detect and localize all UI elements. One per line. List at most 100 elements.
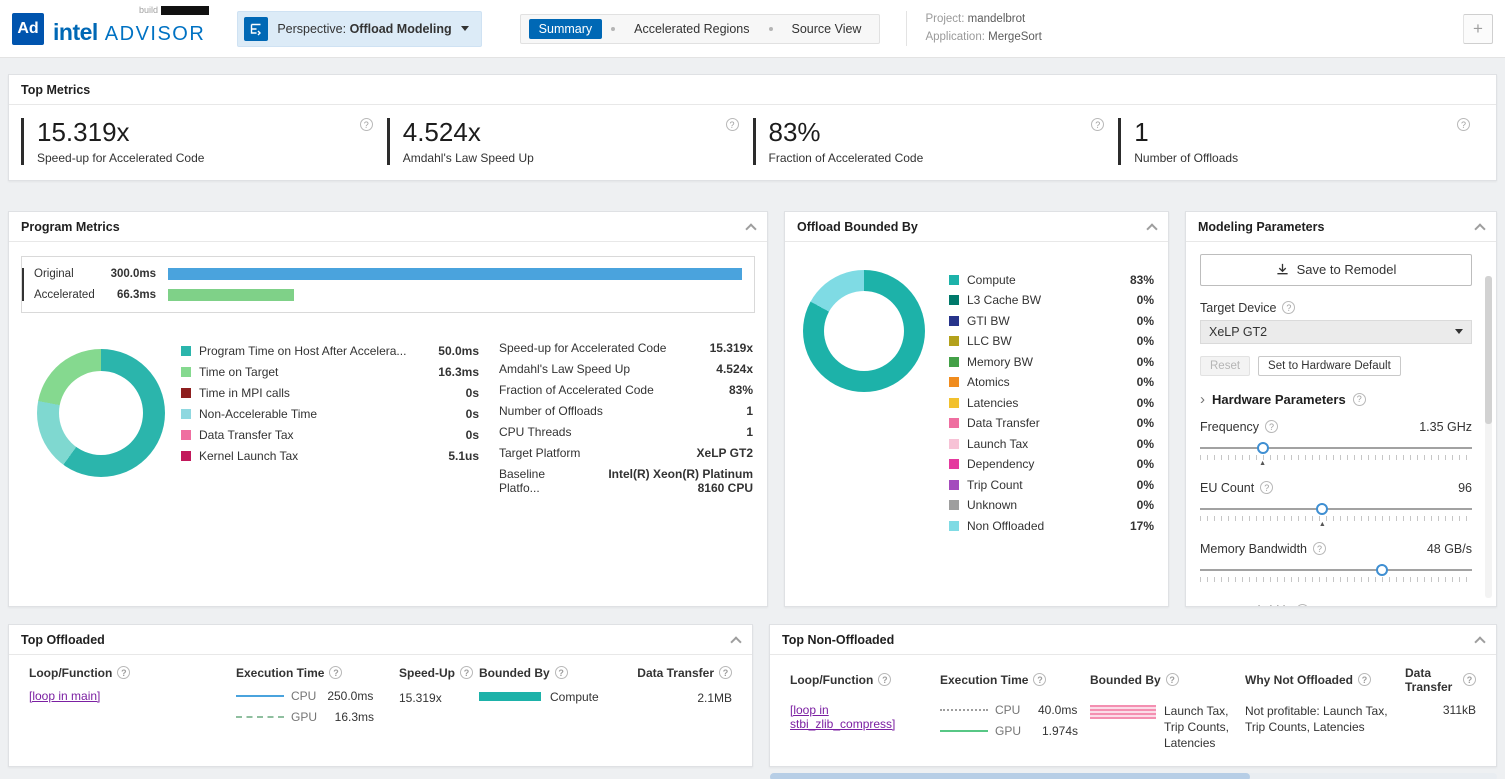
legend-value: 0%	[1137, 355, 1154, 369]
column-header: Bounded By	[479, 666, 550, 680]
legend-value: 0%	[1137, 293, 1154, 307]
legend-swatch	[949, 418, 959, 428]
scrollbar-thumb[interactable]	[770, 773, 1250, 779]
help-icon[interactable]: ?	[1457, 118, 1470, 131]
metric-value: 1	[1134, 118, 1457, 147]
slider-label: Frequency	[1200, 420, 1259, 434]
help-icon[interactable]: ?	[555, 666, 568, 679]
target-device-label: Target Device	[1200, 301, 1276, 315]
legend-item: Kernel Launch Tax5.1us	[181, 446, 479, 467]
expand-button[interactable]: +	[1463, 14, 1493, 44]
execution-time-cell: CPU40.0ms GPU1.974s	[940, 703, 1090, 745]
target-device-select[interactable]: XeLP GT2	[1200, 320, 1472, 344]
save-to-remodel-button[interactable]: Save to Remodel	[1200, 254, 1472, 286]
collapse-icon[interactable]	[1474, 223, 1485, 234]
help-icon[interactable]: ?	[329, 666, 342, 679]
horizontal-scrollbar[interactable]	[770, 773, 1497, 779]
bounded-by-label: Launch Tax, Trip Counts, Latencies	[1164, 703, 1242, 752]
slider-value: ∞	[1462, 603, 1472, 606]
legend-item: Launch Tax0%	[949, 434, 1154, 455]
collapse-icon[interactable]	[1474, 636, 1485, 647]
stat-row: Speed-up for Accelerated Code15.319x	[499, 341, 753, 362]
help-icon[interactable]: ?	[1260, 481, 1273, 494]
project-value: mandelbrot	[968, 13, 1026, 25]
hardware-parameters-section[interactable]: › Hardware Parameters ?	[1200, 392, 1472, 407]
legend-label: Latencies	[967, 396, 1127, 410]
collapse-icon[interactable]	[1146, 223, 1157, 234]
execution-time-cell: CPU250.0ms GPU16.3ms	[236, 689, 399, 731]
legend-label: Trip Count	[967, 478, 1127, 492]
help-icon[interactable]: ?	[1353, 393, 1366, 406]
cpu-time: 250.0ms	[321, 689, 373, 703]
legend-item: Memory BW0%	[949, 352, 1154, 373]
legend-item: L3 Cache BW0%	[949, 290, 1154, 311]
legend-label: Compute	[967, 273, 1120, 287]
column-header: Data Transfer	[637, 666, 714, 680]
help-icon[interactable]: ?	[1166, 673, 1179, 686]
metric-label: Amdahl's Law Speed Up	[403, 151, 726, 165]
legend-swatch	[949, 336, 959, 346]
reset-button[interactable]: Reset	[1200, 356, 1250, 376]
legend-value: 17%	[1130, 519, 1154, 533]
help-icon[interactable]: ?	[1033, 673, 1046, 686]
legend-item: GTI BW0%	[949, 311, 1154, 332]
stat-label: Baseline Platfo...	[499, 467, 574, 495]
help-icon[interactable]: ?	[1296, 604, 1309, 606]
collapse-icon[interactable]	[745, 223, 756, 234]
help-icon[interactable]: ?	[719, 666, 732, 679]
loop-in-stbi-zlib-compress-link[interactable]: [loop in stbi_zlib_compress]	[790, 703, 910, 731]
legend-value: 0s	[466, 428, 479, 442]
metric-number-of-offloads: 1 Number of Offloads ?	[1118, 118, 1470, 165]
help-icon[interactable]: ?	[1313, 542, 1326, 555]
legend-swatch	[949, 275, 959, 285]
stat-label: Target Platform	[499, 446, 580, 460]
view-tabs: Summary Accelerated Regions Source View	[520, 14, 881, 44]
legend-swatch	[949, 295, 959, 305]
column-header: Loop/Function	[29, 666, 112, 680]
cpu-label: CPU	[291, 689, 316, 703]
legend-swatch	[949, 377, 959, 387]
help-icon[interactable]: ?	[117, 666, 130, 679]
panel-top-offloaded: Top Offloaded Loop/Function? Execution T…	[8, 624, 753, 767]
help-icon[interactable]: ?	[878, 673, 891, 686]
legend-label: Time on Target	[199, 365, 428, 379]
vertical-scrollbar[interactable]	[1485, 276, 1492, 598]
tab-summary[interactable]: Summary	[529, 19, 602, 39]
project-info: Project: mandelbrot Application: MergeSo…	[906, 11, 1041, 47]
bar-original: Original 300.0ms	[34, 268, 742, 280]
panel-title: Top Offloaded	[21, 633, 105, 647]
slider-handle[interactable]	[1257, 442, 1269, 454]
stat-label: Amdahl's Law Speed Up	[499, 362, 630, 376]
data-transfer-value: 2.1MB	[636, 689, 732, 705]
perspective-selector[interactable]: Perspective: Offload Modeling	[237, 11, 481, 47]
legend-value: 0s	[466, 407, 479, 421]
tab-source-view[interactable]: Source View	[782, 19, 872, 39]
bounded-by-cell: Compute	[479, 689, 636, 704]
help-icon[interactable]: ?	[1463, 673, 1476, 686]
legend-item: Trip Count0%	[949, 475, 1154, 496]
top-metrics-row: 15.319x Speed-up for Accelerated Code ? …	[9, 105, 1496, 180]
help-icon[interactable]: ?	[1091, 118, 1104, 131]
help-icon[interactable]: ?	[460, 666, 473, 679]
frequency-slider: Frequency? 1.35 GHz ▲	[1200, 420, 1472, 468]
help-icon[interactable]: ?	[1358, 673, 1371, 686]
help-icon[interactable]: ?	[1265, 420, 1278, 433]
column-header: Loop/Function	[790, 673, 873, 687]
tab-accelerated-regions[interactable]: Accelerated Regions	[624, 19, 759, 39]
legend-item: Non Offloaded17%	[949, 516, 1154, 537]
build-number-redacted	[161, 6, 209, 15]
collapse-icon[interactable]	[730, 636, 741, 647]
slider-handle[interactable]	[1376, 564, 1388, 576]
legend-swatch	[181, 409, 191, 419]
set-to-hardware-default-button[interactable]: Set to Hardware Default	[1258, 356, 1401, 376]
help-icon[interactable]: ?	[1282, 301, 1295, 314]
legend-swatch	[181, 346, 191, 356]
slider-value: 48 GB/s	[1427, 542, 1472, 556]
help-icon[interactable]: ?	[360, 118, 373, 131]
metric-value: 4.524x	[403, 118, 726, 147]
loop-in-main-link[interactable]: [loop in main]	[29, 689, 100, 703]
scrollbar-thumb[interactable]	[1485, 276, 1492, 424]
legend-value: 0%	[1137, 314, 1154, 328]
help-icon[interactable]: ?	[726, 118, 739, 131]
slider-handle[interactable]	[1316, 503, 1328, 515]
